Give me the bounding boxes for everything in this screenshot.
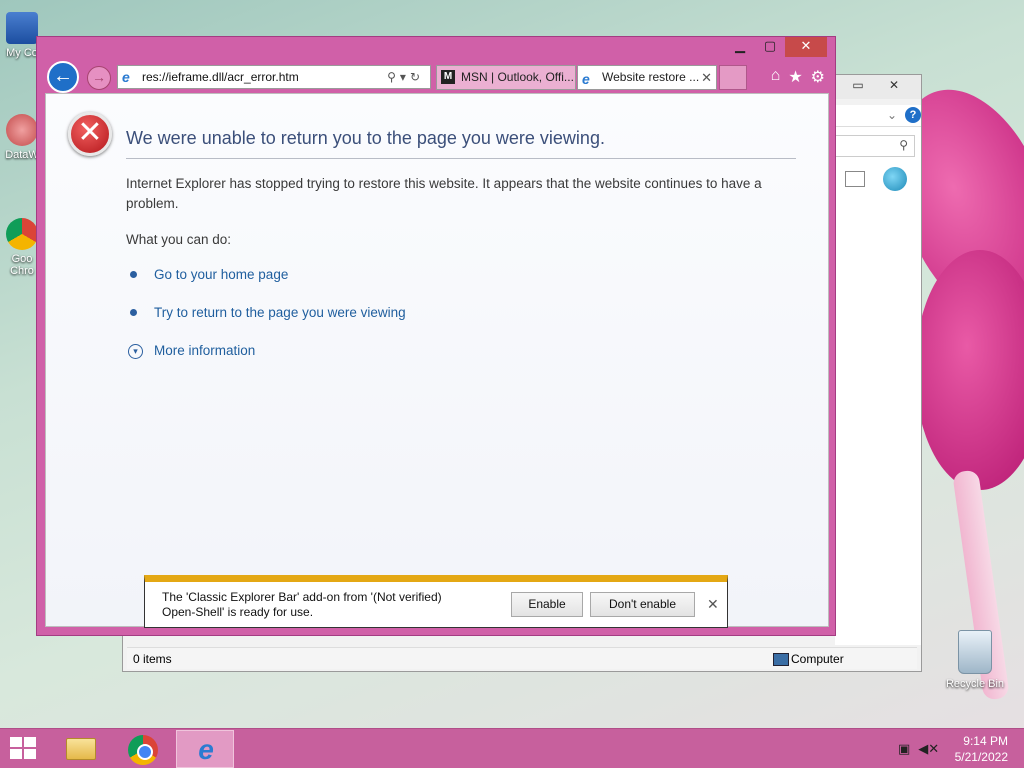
divider (126, 158, 796, 159)
error-page: ✕ We were unable to return you to the pa… (45, 93, 829, 627)
tab-msn[interactable]: M MSN | Outlook, Offi... (436, 65, 576, 90)
link-label[interactable]: Go to your home page (154, 267, 288, 282)
taskbar-file-explorer[interactable] (52, 730, 110, 768)
desktop-icon-label: Recycle Bin (945, 678, 1005, 690)
windows-logo-icon (10, 749, 22, 759)
error-description: Internet Explorer has stopped trying to … (126, 176, 762, 211)
tab-website-restore[interactable]: e Website restore ... ✕ (577, 65, 717, 90)
speaker-muted-icon[interactable]: ◀✕ (918, 741, 939, 757)
search-icon: ⚲ (899, 138, 908, 152)
minimize-button[interactable]: ▁ (725, 37, 755, 57)
expand-chevron-icon[interactable]: ▾ (128, 344, 143, 359)
clock[interactable]: 9:14 PM 5/21/2022 (955, 733, 1008, 765)
address-tools-icons[interactable]: ⚲▾↻ (387, 66, 424, 88)
link-label[interactable]: More information (154, 343, 255, 358)
chevron-down-icon[interactable]: ⌄ (887, 108, 897, 122)
ie-page-icon: e (582, 71, 590, 87)
windows-logo-icon (24, 749, 36, 759)
status-item-count: 0 items (133, 652, 172, 666)
windows-logo-icon (24, 737, 36, 747)
recycle-bin-icon (958, 630, 992, 674)
app-icon (6, 114, 38, 146)
new-tab-button[interactable] (719, 65, 747, 90)
search-input[interactable]: ⚲ (835, 135, 915, 157)
msn-icon: M (441, 70, 455, 84)
bullet-icon (130, 309, 137, 316)
window-caption-buttons: ▁ ▢ ✕ (725, 37, 827, 57)
explorer-right-pane: ⌄ ? ⚲ (835, 105, 921, 665)
explorer-ribbon: ⌄ ? (835, 105, 921, 127)
chrome-icon (128, 735, 158, 765)
clock-date: 5/21/2022 (954, 750, 1008, 764)
minimize-button[interactable]: ▭ (843, 75, 873, 95)
address-bar[interactable]: e res://ieframe.dll/acr_error.htm ⚲▾↻ (117, 65, 431, 89)
desktop-icon-label: DataW (5, 149, 39, 161)
ie-page-icon: e (122, 69, 130, 85)
ie-window[interactable]: ▁ ▢ ✕ ← → e res://ieframe.dll/acr_error.… (36, 36, 836, 636)
network-icon[interactable]: ▣ (898, 741, 910, 757)
computer-icon (6, 12, 38, 44)
close-notification-icon[interactable]: ✕ (707, 596, 719, 613)
close-tab-icon[interactable]: ✕ (701, 66, 712, 89)
help-icon[interactable]: ? (905, 107, 921, 123)
link-label[interactable]: Try to return to the page you were viewi… (154, 305, 406, 320)
addon-notification-bar: The 'Classic Explorer Bar' add-on from '… (144, 575, 728, 628)
preview-pane-icon[interactable] (845, 171, 865, 187)
navigation-bar: ← → e res://ieframe.dll/acr_error.htm ⚲▾… (45, 61, 827, 93)
dont-enable-button[interactable]: Don't enable (590, 592, 695, 617)
error-x-icon: ✕ (68, 112, 112, 156)
maximize-button[interactable]: ▢ (755, 37, 785, 57)
ie-icon: e (198, 734, 214, 765)
toolbar-icons: ⌂ ★ ⚙ (771, 67, 825, 87)
windows-logo-icon (10, 737, 22, 747)
notification-message: The 'Classic Explorer Bar' add-on from '… (162, 590, 442, 619)
start-button[interactable] (10, 737, 38, 761)
close-button[interactable]: ✕ (879, 75, 909, 95)
explorer-statusbar: 0 items Computer (127, 647, 917, 669)
taskbar-chrome[interactable] (114, 730, 172, 768)
back-button[interactable]: ← (47, 61, 79, 93)
close-button[interactable]: ✕ (785, 37, 827, 57)
taskbar-internet-explorer[interactable]: e (176, 730, 234, 768)
tab-label: Website restore ... (602, 70, 700, 84)
forward-button[interactable]: → (87, 66, 111, 90)
system-tray: ▣ ◀✕ (898, 741, 939, 757)
desktop-icon-label: Goo Chro (10, 253, 34, 277)
home-icon[interactable]: ⌂ (771, 67, 781, 87)
chrome-icon (6, 218, 38, 250)
wallpaper-petal (915, 250, 1024, 490)
folder-icon (66, 738, 96, 760)
enable-button[interactable]: Enable (511, 592, 583, 617)
status-location: Computer (771, 648, 844, 670)
taskbar: e ▣ ◀✕ 9:14 PM 5/21/2022 (0, 728, 1024, 768)
what-you-can-do-label: What you can do: (126, 232, 232, 247)
page-title: We were unable to return you to the page… (126, 128, 605, 148)
desktop-icon-label: My Co (6, 47, 38, 59)
bullet-icon (130, 271, 137, 278)
gear-icon[interactable]: ⚙ (811, 67, 825, 87)
favorites-star-icon[interactable]: ★ (788, 67, 802, 87)
globe-icon[interactable] (883, 167, 907, 191)
desktop-icon-recycle-bin[interactable]: Recycle Bin (940, 630, 1010, 690)
clock-time: 9:14 PM (963, 734, 1008, 748)
tab-label: MSN | Outlook, Offi... (461, 70, 574, 84)
address-text: res://ieframe.dll/acr_error.htm (142, 70, 299, 84)
